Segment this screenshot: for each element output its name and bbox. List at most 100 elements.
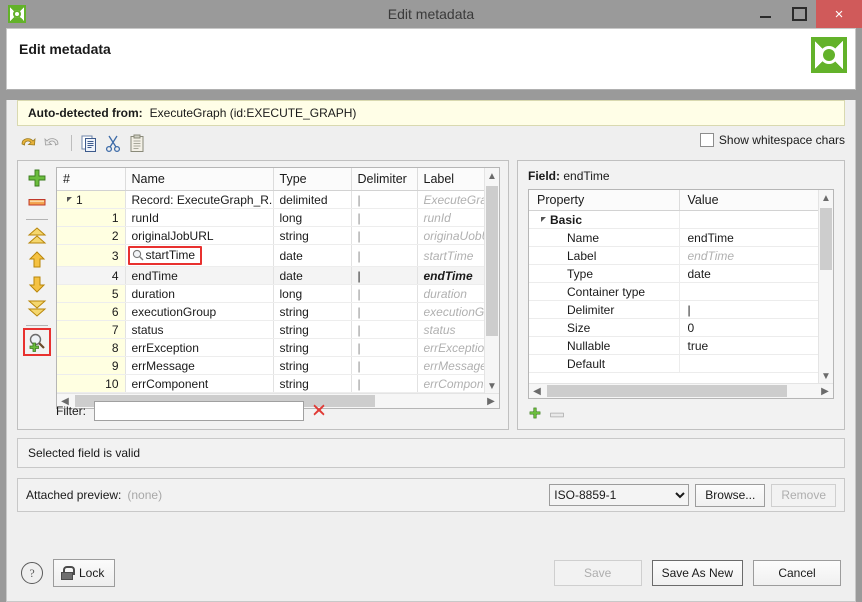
horizontal-scroll-thumb[interactable]: [547, 385, 787, 397]
field-delimiter-cell[interactable]: |: [351, 357, 417, 375]
property-row[interactable]: Nullabletrue: [529, 337, 819, 355]
table-row[interactable]: 7statusstring|status: [57, 321, 487, 339]
field-type-cell[interactable]: date: [273, 245, 351, 267]
column-header-name[interactable]: Name: [125, 168, 273, 191]
redo-icon[interactable]: [41, 132, 63, 154]
field-type-cell[interactable]: string: [273, 227, 351, 245]
property-row[interactable]: Container type: [529, 283, 819, 301]
find-add-icon[interactable]: [26, 331, 48, 353]
column-header-number[interactable]: #: [57, 168, 125, 191]
properties-horizontal-scrollbar[interactable]: ◀ ▶: [529, 383, 833, 398]
undo-icon[interactable]: [17, 132, 39, 154]
field-label-cell[interactable]: endTime: [417, 267, 487, 285]
table-row[interactable]: 10errComponentstring|errComponen: [57, 375, 487, 393]
property-value-cell[interactable]: [679, 355, 819, 373]
field-label-cell[interactable]: startTime: [417, 245, 487, 267]
field-delimiter-cell[interactable]: |: [351, 227, 417, 245]
paste-icon[interactable]: [126, 132, 148, 154]
clear-filter-icon[interactable]: [312, 403, 326, 420]
field-label-cell[interactable]: runId: [417, 209, 487, 227]
field-type-cell[interactable]: string: [273, 321, 351, 339]
table-row[interactable]: 9errMessagestring|errMessage: [57, 357, 487, 375]
column-header-delimiter[interactable]: Delimiter: [351, 168, 417, 191]
field-label-cell[interactable]: status: [417, 321, 487, 339]
maximize-button[interactable]: [782, 0, 816, 28]
property-value-cell[interactable]: [679, 211, 819, 229]
table-row[interactable]: 8errExceptionstring|errException: [57, 339, 487, 357]
table-row[interactable]: 1Record: ExecuteGraph_R...delimited|Exec…: [57, 191, 487, 209]
lock-button[interactable]: Lock: [53, 559, 115, 587]
property-value-cell[interactable]: date: [679, 265, 819, 283]
column-header-value[interactable]: Value: [679, 190, 819, 211]
copy-icon[interactable]: [78, 132, 100, 154]
save-button[interactable]: Save: [554, 560, 642, 586]
highlighted-field-name[interactable]: startTime: [128, 246, 203, 265]
scroll-down-icon[interactable]: ▼: [485, 378, 499, 394]
field-delimiter-cell[interactable]: |: [351, 267, 417, 285]
remove-field-icon[interactable]: [26, 191, 48, 213]
column-header-type[interactable]: Type: [273, 168, 351, 191]
field-label-cell[interactable]: ExecuteGraph: [417, 191, 487, 209]
field-name-cell[interactable]: errComponent: [125, 375, 273, 393]
field-delimiter-cell[interactable]: |: [351, 245, 417, 267]
add-field-icon[interactable]: [26, 167, 48, 189]
field-delimiter-cell[interactable]: |: [351, 321, 417, 339]
field-name-cell[interactable]: endTime: [125, 267, 273, 285]
property-row[interactable]: Default: [529, 355, 819, 373]
scroll-right-icon[interactable]: ▶: [483, 394, 499, 408]
field-type-cell[interactable]: date: [273, 267, 351, 285]
filter-input[interactable]: [94, 401, 304, 421]
field-name-cell[interactable]: status: [125, 321, 273, 339]
scroll-right-icon[interactable]: ▶: [817, 384, 833, 398]
field-delimiter-cell[interactable]: |: [351, 285, 417, 303]
property-value-cell[interactable]: endTime: [679, 229, 819, 247]
table-row[interactable]: 1runIdlong|runId: [57, 209, 487, 227]
field-name-cell[interactable]: errMessage: [125, 357, 273, 375]
field-type-cell[interactable]: long: [273, 209, 351, 227]
vertical-scroll-thumb[interactable]: [820, 208, 832, 270]
show-whitespace-checkbox[interactable]: [700, 133, 714, 147]
field-type-cell[interactable]: string: [273, 339, 351, 357]
minimize-button[interactable]: [748, 0, 782, 28]
table-row[interactable]: 2originalJobURLstring|originaUobUR: [57, 227, 487, 245]
field-delimiter-cell[interactable]: |: [351, 209, 417, 227]
table-row[interactable]: 3startTimedate|startTime: [57, 245, 487, 267]
field-label-cell[interactable]: originaUobUR: [417, 227, 487, 245]
move-to-bottom-icon[interactable]: [26, 297, 48, 319]
table-row[interactable]: 4endTimedate|endTime: [57, 267, 487, 285]
cancel-button[interactable]: Cancel: [753, 560, 841, 586]
property-value-cell[interactable]: endTime: [679, 247, 819, 265]
field-name-cell[interactable]: duration: [125, 285, 273, 303]
field-delimiter-cell[interactable]: |: [351, 339, 417, 357]
property-value-cell[interactable]: |: [679, 301, 819, 319]
cut-icon[interactable]: [102, 132, 124, 154]
field-type-cell[interactable]: string: [273, 375, 351, 393]
property-row[interactable]: Typedate: [529, 265, 819, 283]
property-row[interactable]: Delimiter|: [529, 301, 819, 319]
field-name-cell[interactable]: runId: [125, 209, 273, 227]
save-as-new-button[interactable]: Save As New: [652, 560, 743, 586]
property-row[interactable]: Basic: [529, 211, 819, 229]
property-value-cell[interactable]: [679, 283, 819, 301]
property-value-cell[interactable]: 0: [679, 319, 819, 337]
field-delimiter-cell[interactable]: |: [351, 191, 417, 209]
field-label-cell[interactable]: errComponen: [417, 375, 487, 393]
field-name-cell[interactable]: executionGroup: [125, 303, 273, 321]
field-name-cell[interactable]: startTime: [125, 245, 273, 267]
move-to-top-icon[interactable]: [26, 225, 48, 247]
field-name-cell[interactable]: originalJobURL: [125, 227, 273, 245]
column-header-property[interactable]: Property: [529, 190, 679, 211]
browse-button[interactable]: Browse...: [695, 484, 765, 507]
field-delimiter-cell[interactable]: |: [351, 375, 417, 393]
help-icon[interactable]: ?: [21, 562, 43, 584]
property-value-cell[interactable]: true: [679, 337, 819, 355]
expand-collapse-triangle-icon[interactable]: [541, 217, 546, 222]
field-type-cell[interactable]: string: [273, 357, 351, 375]
move-up-icon[interactable]: [26, 249, 48, 271]
table-row[interactable]: 5durationlong|duration: [57, 285, 487, 303]
field-label-cell[interactable]: duration: [417, 285, 487, 303]
field-label-cell[interactable]: executionGrou: [417, 303, 487, 321]
vertical-scroll-thumb[interactable]: [486, 186, 498, 336]
close-button[interactable]: ×: [816, 0, 862, 28]
encoding-select[interactable]: ISO-8859-1: [549, 484, 689, 506]
